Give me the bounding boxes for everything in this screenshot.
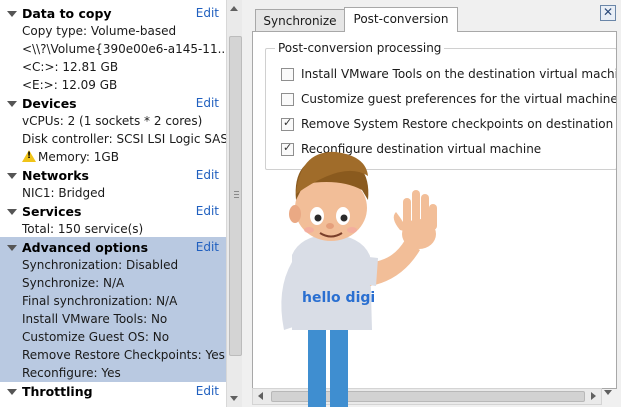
waving-mascot-illustration: hello digi bbox=[281, 151, 437, 407]
mascot-waving-hand bbox=[393, 190, 437, 249]
mascot-head bbox=[289, 151, 369, 241]
mascot-leg bbox=[308, 320, 326, 407]
tab-post-conversion[interactable]: Post-conversion bbox=[344, 7, 458, 32]
mascot-shirt-text: hello digi bbox=[302, 290, 375, 306]
mascot-shirt bbox=[292, 234, 372, 330]
mascot-sleeve bbox=[360, 256, 378, 286]
mascot-leg bbox=[330, 320, 348, 407]
